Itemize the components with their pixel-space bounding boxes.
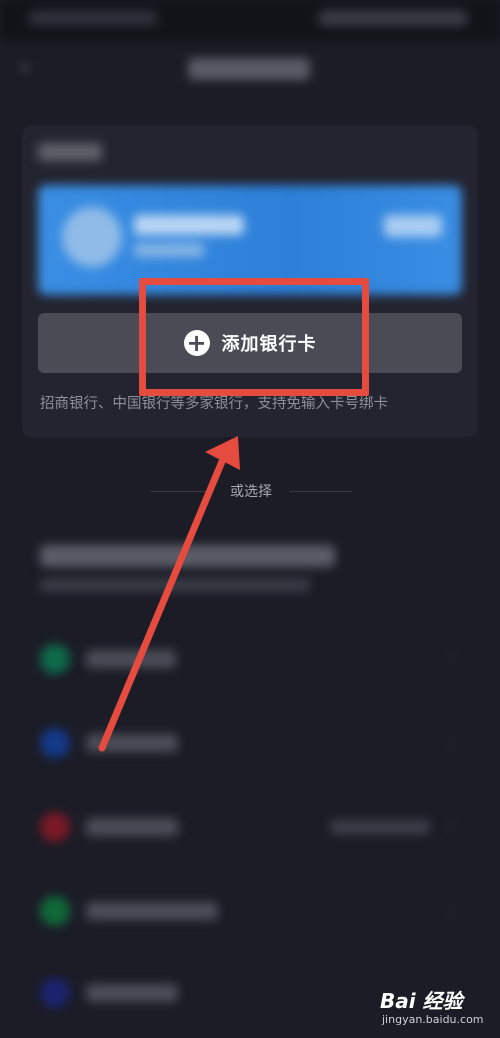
or-choose-label: 或选择 — [230, 484, 272, 500]
chevron-right-icon: › — [448, 900, 456, 921]
back-icon[interactable]: ‹ — [20, 56, 44, 80]
bank-list-item[interactable]: › — [0, 880, 500, 940]
bank-row-logo — [40, 978, 70, 1008]
bank-row-name — [86, 734, 178, 752]
list-title — [40, 545, 335, 567]
bank-list-item[interactable]: › — [0, 796, 500, 856]
list-subtitle — [40, 578, 310, 592]
divider-line-right — [290, 491, 352, 492]
divider-line-left — [150, 491, 212, 492]
header: ‹ — [0, 40, 500, 100]
bank-name — [134, 215, 244, 235]
bank-row-name — [86, 902, 218, 920]
status-left — [28, 10, 158, 26]
bank-row-name — [86, 650, 176, 668]
bank-subtitle — [134, 243, 204, 257]
bank-row-logo — [40, 896, 70, 926]
watermark-url: jingyan.baidu.com — [382, 1013, 484, 1026]
status-right — [318, 10, 468, 26]
bank-logo — [62, 207, 122, 267]
chevron-right-icon: › — [448, 732, 456, 753]
bank-row-logo — [40, 728, 70, 758]
page-title — [188, 58, 310, 80]
bank-list-item[interactable]: › — [0, 712, 500, 772]
bank-row-name — [86, 984, 178, 1002]
bank-tag — [384, 215, 442, 237]
annotation-highlight-box — [139, 278, 369, 396]
bank-list-item[interactable]: › — [0, 628, 500, 688]
bank-row-extra — [330, 820, 430, 834]
chevron-right-icon: › — [448, 648, 456, 669]
bank-row-logo — [40, 812, 70, 842]
watermark-logo: Bai 经验 — [380, 989, 463, 1013]
section-label — [38, 143, 102, 161]
status-bar — [0, 0, 500, 40]
chevron-right-icon: › — [448, 816, 456, 837]
bank-row-name — [86, 818, 178, 836]
bank-row-logo — [40, 644, 70, 674]
watermark: Bai 经验 jingyan.baidu.com — [380, 985, 490, 1030]
